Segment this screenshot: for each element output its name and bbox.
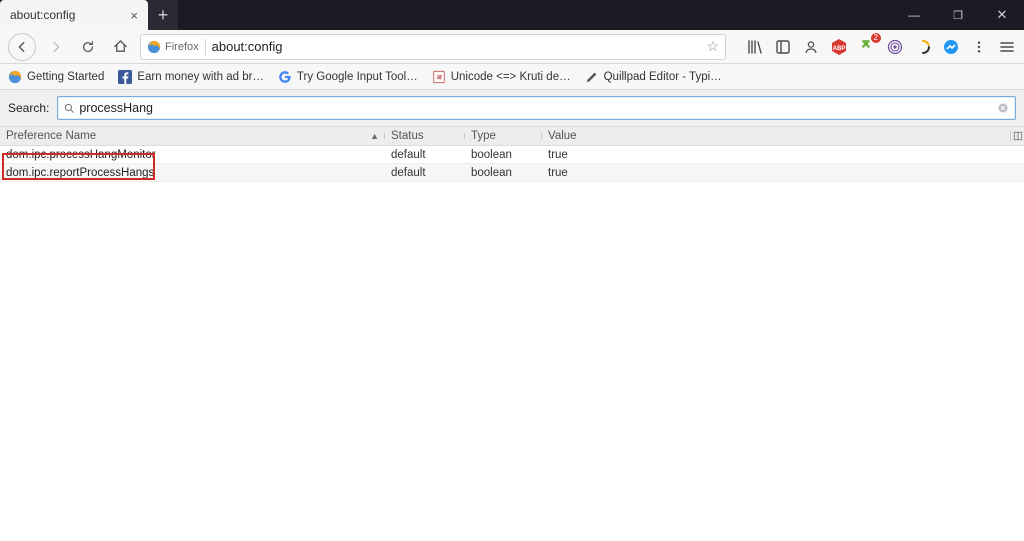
pen-icon bbox=[585, 70, 599, 84]
hamburger-icon bbox=[999, 39, 1015, 55]
identity-label: Firefox bbox=[165, 41, 199, 53]
tab-title: about:config bbox=[10, 8, 75, 22]
cell-type: boolean bbox=[465, 167, 542, 179]
cell-value: true bbox=[542, 149, 1024, 161]
bookmark-label: Try Google Input Tool… bbox=[297, 71, 418, 83]
toolbar-right: ABP 2 bbox=[734, 38, 1016, 56]
search-label: Search: bbox=[8, 101, 51, 115]
google-g-icon bbox=[278, 70, 292, 84]
col-header-type[interactable]: Type bbox=[465, 130, 542, 142]
identity-box[interactable]: Firefox bbox=[147, 40, 199, 54]
messenger-button[interactable] bbox=[942, 38, 960, 56]
messenger-icon bbox=[943, 39, 959, 55]
kebab-icon bbox=[972, 40, 986, 54]
account-button[interactable] bbox=[802, 38, 820, 56]
search-query-text: processHang bbox=[79, 101, 997, 115]
cell-type: boolean bbox=[465, 149, 542, 161]
tab-strip: about:config × + — ❐ ✕ bbox=[0, 0, 1024, 30]
facebook-icon bbox=[118, 70, 132, 84]
cell-value: true bbox=[542, 167, 1024, 179]
col-header-status[interactable]: Status bbox=[385, 130, 465, 142]
app-menu-button[interactable] bbox=[998, 38, 1016, 56]
bookmark-label: Unicode <=> Kruti de… bbox=[451, 71, 571, 83]
home-button[interactable] bbox=[108, 35, 132, 59]
onion-icon bbox=[887, 39, 903, 55]
bookmarks-toolbar: Getting Started Earn money with ad br… T… bbox=[0, 64, 1024, 90]
window-close-button[interactable]: ✕ bbox=[980, 0, 1024, 30]
cell-name: dom.ipc.processHangMonitor bbox=[0, 149, 385, 161]
home-icon bbox=[113, 39, 128, 54]
bookmark-facebook[interactable]: Earn money with ad br… bbox=[118, 70, 264, 84]
bookmark-google-input[interactable]: Try Google Input Tool… bbox=[278, 70, 418, 84]
col-header-value[interactable]: Value bbox=[542, 130, 1010, 142]
search-icon bbox=[64, 103, 75, 114]
abp-icon: ABP bbox=[830, 38, 848, 56]
arrow-left-icon bbox=[15, 40, 29, 54]
reload-icon bbox=[81, 40, 95, 54]
bookmark-label: Getting Started bbox=[27, 71, 104, 83]
config-table-body: dom.ipc.processHangMonitordefaultboolean… bbox=[0, 146, 1024, 182]
back-button[interactable] bbox=[8, 33, 36, 61]
config-content: Search: processHang Preference Name ▲ St… bbox=[0, 90, 1024, 182]
table-row[interactable]: dom.ipc.reportProcessHangsdefaultboolean… bbox=[0, 164, 1024, 182]
url-bar[interactable]: Firefox about:config ☆ bbox=[140, 34, 726, 60]
cell-status: default bbox=[385, 167, 465, 179]
url-text: about:config bbox=[212, 39, 701, 54]
new-tab-button[interactable]: + bbox=[148, 0, 178, 30]
tab-active[interactable]: about:config × bbox=[0, 0, 148, 30]
bookmark-star-icon[interactable]: ☆ bbox=[706, 38, 719, 55]
window-maximize-button[interactable]: ❐ bbox=[936, 0, 980, 30]
bookmark-label: Quillpad Editor - Typi… bbox=[604, 71, 722, 83]
bookmark-label: Earn money with ad br… bbox=[137, 71, 264, 83]
close-tab-icon[interactable]: × bbox=[130, 8, 138, 23]
more-button[interactable] bbox=[970, 38, 988, 56]
table-row[interactable]: dom.ipc.processHangMonitordefaultboolean… bbox=[0, 146, 1024, 164]
window-minimize-button[interactable]: — bbox=[892, 0, 936, 30]
col-header-name[interactable]: Preference Name ▲ bbox=[0, 130, 385, 142]
config-table-header: Preference Name ▲ Status Type Value bbox=[0, 126, 1024, 146]
addons-badge: 2 bbox=[871, 33, 881, 43]
column-picker-icon bbox=[1013, 131, 1023, 141]
bookmark-unicode-kruti[interactable]: अ Unicode <=> Kruti de… bbox=[432, 70, 571, 84]
tor-button[interactable] bbox=[886, 38, 904, 56]
arrow-right-icon bbox=[49, 40, 63, 54]
page-icon: अ bbox=[432, 70, 446, 84]
col-header-status-label: Status bbox=[391, 130, 424, 142]
cell-status: default bbox=[385, 149, 465, 161]
spinner-button[interactable] bbox=[914, 38, 932, 56]
firefox-icon bbox=[147, 40, 161, 54]
account-icon bbox=[803, 39, 819, 55]
library-icon bbox=[747, 39, 763, 55]
col-header-type-label: Type bbox=[471, 130, 496, 142]
svg-text:ABP: ABP bbox=[833, 46, 846, 52]
col-header-value-label: Value bbox=[548, 130, 577, 142]
bookmark-quillpad[interactable]: Quillpad Editor - Typi… bbox=[585, 70, 722, 84]
library-button[interactable] bbox=[746, 38, 764, 56]
column-picker-button[interactable] bbox=[1010, 131, 1024, 141]
svg-text:अ: अ bbox=[436, 74, 442, 81]
config-search-row: Search: processHang bbox=[0, 90, 1024, 126]
sidebar-icon bbox=[775, 39, 791, 55]
forward-button[interactable] bbox=[44, 35, 68, 59]
firefox-small-icon bbox=[8, 70, 22, 84]
addons-button[interactable]: 2 bbox=[858, 38, 876, 56]
abp-button[interactable]: ABP bbox=[830, 38, 848, 56]
spinner-icon bbox=[915, 39, 931, 55]
config-search-input[interactable]: processHang bbox=[57, 96, 1016, 120]
sort-asc-icon: ▲ bbox=[370, 131, 379, 141]
bookmark-getting-started[interactable]: Getting Started bbox=[8, 70, 104, 84]
nav-toolbar: Firefox about:config ☆ ABP 2 bbox=[0, 30, 1024, 64]
cell-name: dom.ipc.reportProcessHangs bbox=[0, 167, 385, 179]
reload-button[interactable] bbox=[76, 35, 100, 59]
col-header-name-label: Preference Name bbox=[6, 130, 96, 142]
sidebar-button[interactable] bbox=[774, 38, 792, 56]
clear-search-icon[interactable] bbox=[997, 102, 1009, 114]
